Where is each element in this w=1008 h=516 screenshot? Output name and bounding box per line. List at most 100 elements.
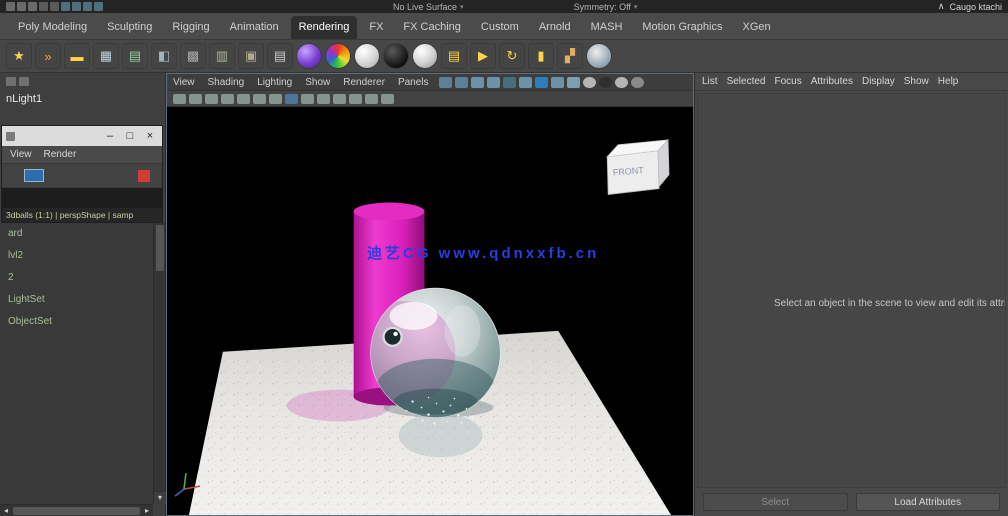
panel-menu-icon[interactable] (6, 77, 16, 86)
outliner-item[interactable]: ard (0, 223, 153, 245)
shading-map-icon[interactable]: ▩ (180, 43, 206, 69)
bookmark-icon[interactable] (221, 93, 234, 104)
resolution-gate-icon[interactable] (470, 76, 484, 88)
window-titlebar[interactable]: – □ × (2, 126, 162, 146)
light-editor-icon[interactable]: ▤ (122, 43, 148, 69)
scroll-right-arrow-icon[interactable]: ▸ (141, 506, 153, 515)
redo-icon[interactable] (50, 2, 59, 11)
paint-effects-icon[interactable]: ▞ (557, 43, 583, 69)
render-settings-icon[interactable]: ▤ (441, 43, 467, 69)
load-attributes-button[interactable]: Load Attributes (855, 493, 1000, 511)
render-current-frame-icon[interactable]: ▶ (470, 43, 496, 69)
scroll-down-arrow-icon[interactable]: ▾ (154, 492, 166, 504)
panel-filter-icon[interactable] (19, 77, 29, 86)
grid-toggle-icon[interactable] (438, 76, 452, 88)
shelf-tab[interactable]: Motion Graphics (634, 16, 730, 39)
white-shader-sphere-icon[interactable] (354, 43, 380, 69)
camera-attributes-icon[interactable] (205, 93, 218, 104)
render-view-grid-icon[interactable]: ▦ (93, 43, 119, 69)
front-image-plane[interactable]: FRONT (606, 138, 670, 196)
shelf-tab[interactable]: Custom (473, 16, 527, 39)
smooth-shade-icon[interactable] (317, 93, 330, 104)
close-button[interactable]: × (142, 127, 158, 145)
scrollbar-thumb[interactable] (13, 506, 140, 515)
menu-item[interactable]: View (10, 149, 32, 160)
shelf-tab[interactable]: FX (361, 16, 391, 39)
shelf-tab[interactable]: XGen (734, 16, 778, 39)
maya-software-sphere-icon[interactable] (296, 43, 322, 69)
lock-camera-icon[interactable] (189, 93, 202, 104)
shelf-tab[interactable]: MASH (583, 16, 631, 39)
menu-item[interactable]: Render (44, 149, 77, 160)
wireframe-icon[interactable] (301, 93, 314, 104)
snap-curve-icon[interactable] (72, 2, 81, 11)
lighting-toggle-icon[interactable] (630, 76, 644, 88)
menu-item[interactable]: Attributes (811, 76, 853, 87)
menu-item[interactable]: Focus (774, 76, 801, 87)
shelf-tab[interactable]: Sculpting (99, 16, 160, 39)
uv-editor-icon[interactable]: ▥ (209, 43, 235, 69)
panel-menu-item[interactable]: Panels (398, 77, 429, 88)
ipr-render-icon[interactable]: ↻ (499, 43, 525, 69)
spot-light-icon[interactable]: » (35, 43, 61, 69)
field-chart-icon[interactable] (502, 76, 516, 88)
snap-plane-icon[interactable] (94, 2, 103, 11)
rainbow-shader-sphere-icon[interactable] (325, 43, 351, 69)
safe-action-icon[interactable] (518, 76, 532, 88)
stop-render-button[interactable] (138, 169, 150, 182)
outliner-item[interactable]: 2 (0, 267, 153, 289)
menu-item[interactable]: Display (862, 76, 895, 87)
panel-menu-item[interactable]: Show (305, 77, 330, 88)
default-material-icon[interactable] (550, 76, 564, 88)
textured-sphere-icon[interactable] (586, 43, 612, 69)
shading-flat-icon[interactable] (598, 76, 612, 88)
screen-ao-icon[interactable] (381, 93, 394, 104)
shelf-tab[interactable]: Animation (222, 16, 287, 39)
batch-render-icon[interactable]: ▮ (528, 43, 554, 69)
menu-item[interactable]: Show (904, 76, 929, 87)
snap-point-icon[interactable] (83, 2, 92, 11)
undo-icon[interactable] (39, 2, 48, 11)
save-scene-icon[interactable] (28, 2, 37, 11)
pan-zoom-icon[interactable] (253, 93, 266, 104)
maximize-button[interactable]: □ (122, 127, 138, 145)
texture-view-icon[interactable]: ▣ (238, 43, 264, 69)
outliner-item[interactable]: ObjectSet (0, 311, 153, 333)
viewport-canvas[interactable]: FRONT 迪艺CG www.qdnxxfb.cn (167, 107, 693, 515)
panel-menu-item[interactable]: View (173, 77, 195, 88)
scroll-left-arrow-icon[interactable]: ◂ (0, 506, 12, 515)
shelf-tab[interactable]: Poly Modeling (10, 16, 95, 39)
xray-icon[interactable] (566, 76, 580, 88)
use-all-lights-icon[interactable] (349, 93, 362, 104)
minimize-button[interactable]: – (102, 127, 118, 145)
outliner-item[interactable]: lvl2 (0, 245, 153, 267)
render-layers-icon[interactable]: ▤ (267, 43, 293, 69)
blinn-shader-sphere-icon[interactable] (412, 43, 438, 69)
new-scene-icon[interactable] (6, 2, 15, 11)
open-scene-icon[interactable] (17, 2, 26, 11)
shelf-tab[interactable]: Rigging (164, 16, 217, 39)
point-light-icon[interactable]: ★ (6, 43, 32, 69)
film-gate-icon[interactable] (454, 76, 468, 88)
oversampling-icon[interactable] (269, 93, 282, 104)
panel-menu-item[interactable]: Lighting (257, 77, 292, 88)
outliner-vertical-scrollbar[interactable]: ▾ (153, 223, 166, 504)
image-plane-icon[interactable] (237, 93, 250, 104)
live-surface-field[interactable]: No Live Surface ▾ (393, 2, 464, 12)
menu-item[interactable]: Help (938, 76, 959, 87)
black-shader-sphere-icon[interactable] (383, 43, 409, 69)
shelf-tab[interactable]: FX Caching (395, 16, 468, 39)
shelf-tab[interactable]: Rendering (290, 16, 358, 39)
outliner-item[interactable]: LightSet (0, 289, 153, 311)
shadows-icon[interactable] (365, 93, 378, 104)
render-region-icon[interactable] (24, 169, 44, 182)
gate-mask-icon[interactable] (486, 76, 500, 88)
shading-points-icon[interactable] (614, 76, 628, 88)
textured-icon[interactable] (333, 93, 346, 104)
scrollbar-thumb[interactable] (156, 225, 164, 271)
select-button[interactable]: Select (703, 493, 848, 511)
panel-menu-item[interactable]: Shading (208, 77, 245, 88)
symmetry-field[interactable]: Symmetry: Off ▾ (574, 2, 638, 12)
isolate-select-icon[interactable] (285, 93, 298, 104)
shading-smooth-icon[interactable] (582, 76, 596, 88)
